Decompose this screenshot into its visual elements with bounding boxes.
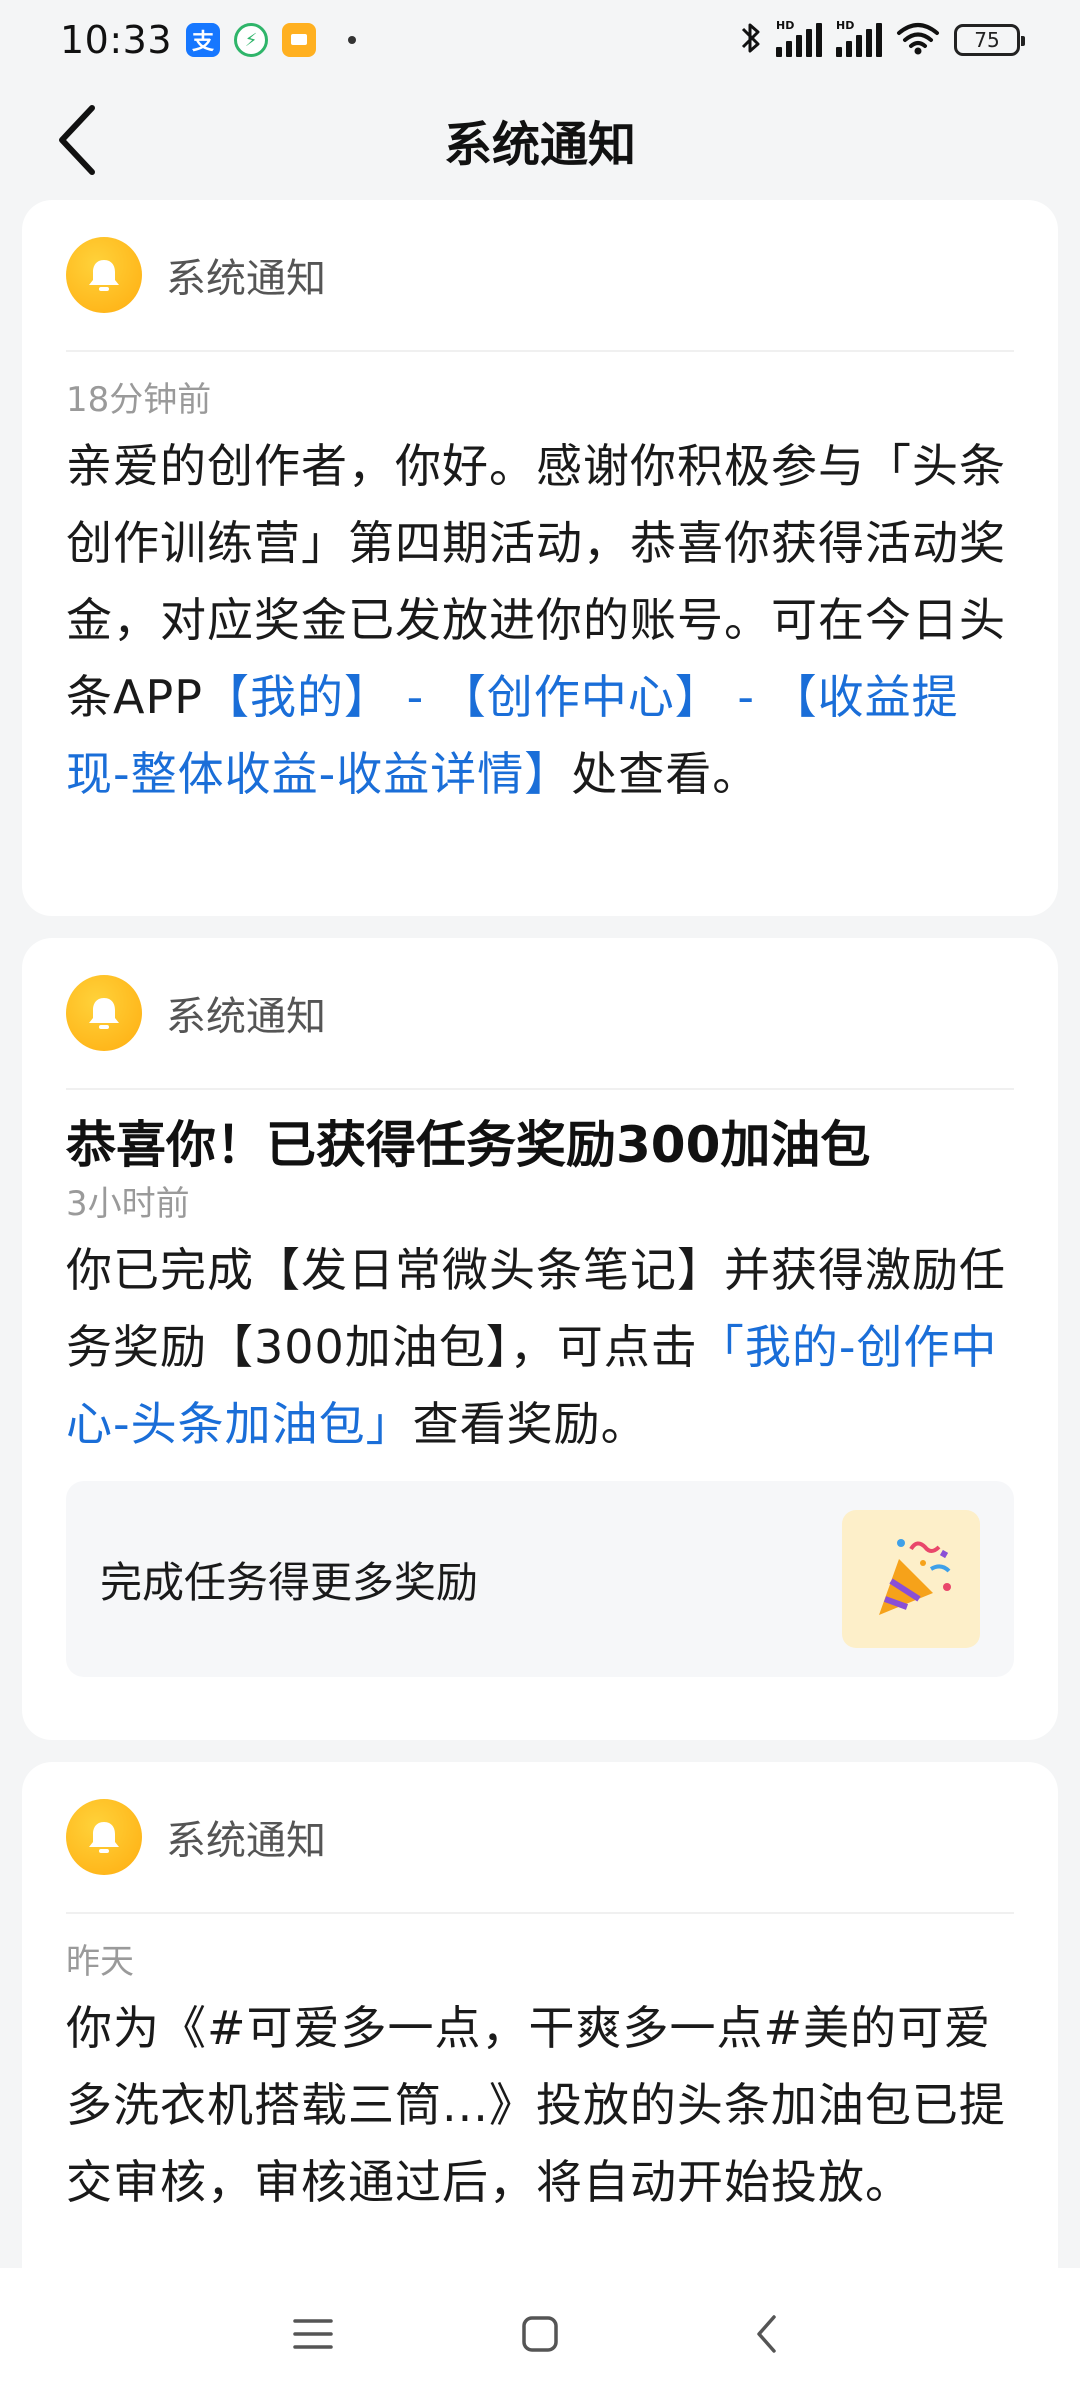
system-nav-bar <box>0 2268 1080 2400</box>
card-header: 系统通知 <box>66 938 1014 1090</box>
card-source: 系统通知 <box>166 256 326 302</box>
body-text-part: 查看奖励。 <box>412 1397 648 1451</box>
notification-time: 3小时前 <box>66 1184 190 1224</box>
nav-back-icon <box>756 2315 776 2353</box>
notification-body: 你已完成【发日常微头条笔记】并获得激励任务奖励【300加油包】，可点击「我的-创… <box>66 1232 1014 1463</box>
card-header: 系统通知 <box>66 200 1014 352</box>
more-tasks-banner[interactable]: 完成任务得更多奖励 <box>66 1481 1014 1677</box>
home-button[interactable] <box>500 2294 580 2374</box>
bell-icon <box>66 975 142 1051</box>
power-app-icon: ⚡ <box>234 23 269 57</box>
battery-icon: 75 <box>954 24 1025 56</box>
notification-card[interactable]: 系统通知 昨天 你为《#可爱多一点，干爽多一点#美的可爱多洗衣机搭载三筒...》… <box>22 1762 1058 2322</box>
card-source: 系统通知 <box>166 1818 326 1864</box>
body-text-part: 处查看。 <box>571 747 760 801</box>
home-square-icon <box>522 2316 558 2352</box>
page-title: 系统通知 <box>443 117 636 173</box>
alipay-icon: 支 <box>186 23 221 57</box>
menu-icon <box>293 2319 334 2349</box>
bluetooth-icon <box>740 20 762 60</box>
card-source: 系统通知 <box>166 994 326 1040</box>
signal-2-icon: HD <box>836 19 882 57</box>
menu-button[interactable] <box>273 2294 353 2374</box>
back-button[interactable] <box>40 102 116 178</box>
card-header: 系统通知 <box>66 1762 1014 1914</box>
chevron-left-icon <box>59 105 95 175</box>
status-time: 10:33 <box>60 18 173 62</box>
bell-icon <box>66 237 142 313</box>
notification-body: 亲爱的创作者，你好。感谢你积极参与「头条创作训练营」第四期活动，恭喜你获得活动奖… <box>66 428 1014 813</box>
wifi-icon <box>896 21 940 59</box>
message-app-icon <box>282 23 317 57</box>
notification-time: 昨天 <box>66 1942 134 1982</box>
status-bar: 10:33 支 ⚡ HD HD 75 <box>0 0 1080 80</box>
nav-back-button[interactable] <box>727 2294 807 2374</box>
status-system-icons: HD HD 75 <box>740 19 1025 60</box>
notification-card[interactable]: 系统通知 恭喜你！已获得任务奖励300加油包 3小时前 你已完成【发日常微头条笔… <box>22 938 1058 1740</box>
promo-text: 完成任务得更多奖励 <box>100 1557 479 1607</box>
page-header: 系统通知 <box>0 80 1080 200</box>
notification-body: 你为《#可爱多一点，干爽多一点#美的可爱多洗衣机搭载三筒...》投放的头条加油包… <box>66 2001 1006 2209</box>
bell-icon <box>66 1799 142 1875</box>
party-popper-icon <box>842 1510 980 1648</box>
status-notification-icons: 支 ⚡ <box>186 23 357 57</box>
notification-card[interactable]: 系统通知 18分钟前 亲爱的创作者，你好。感谢你积极参与「头条创作训练营」第四期… <box>22 200 1058 916</box>
notification-time: 18分钟前 <box>66 380 212 420</box>
signal-1-icon: HD <box>776 19 822 57</box>
more-notifications-dot <box>348 36 357 44</box>
notification-title: 恭喜你！已获得任务奖励300加油包 <box>66 1116 871 1174</box>
